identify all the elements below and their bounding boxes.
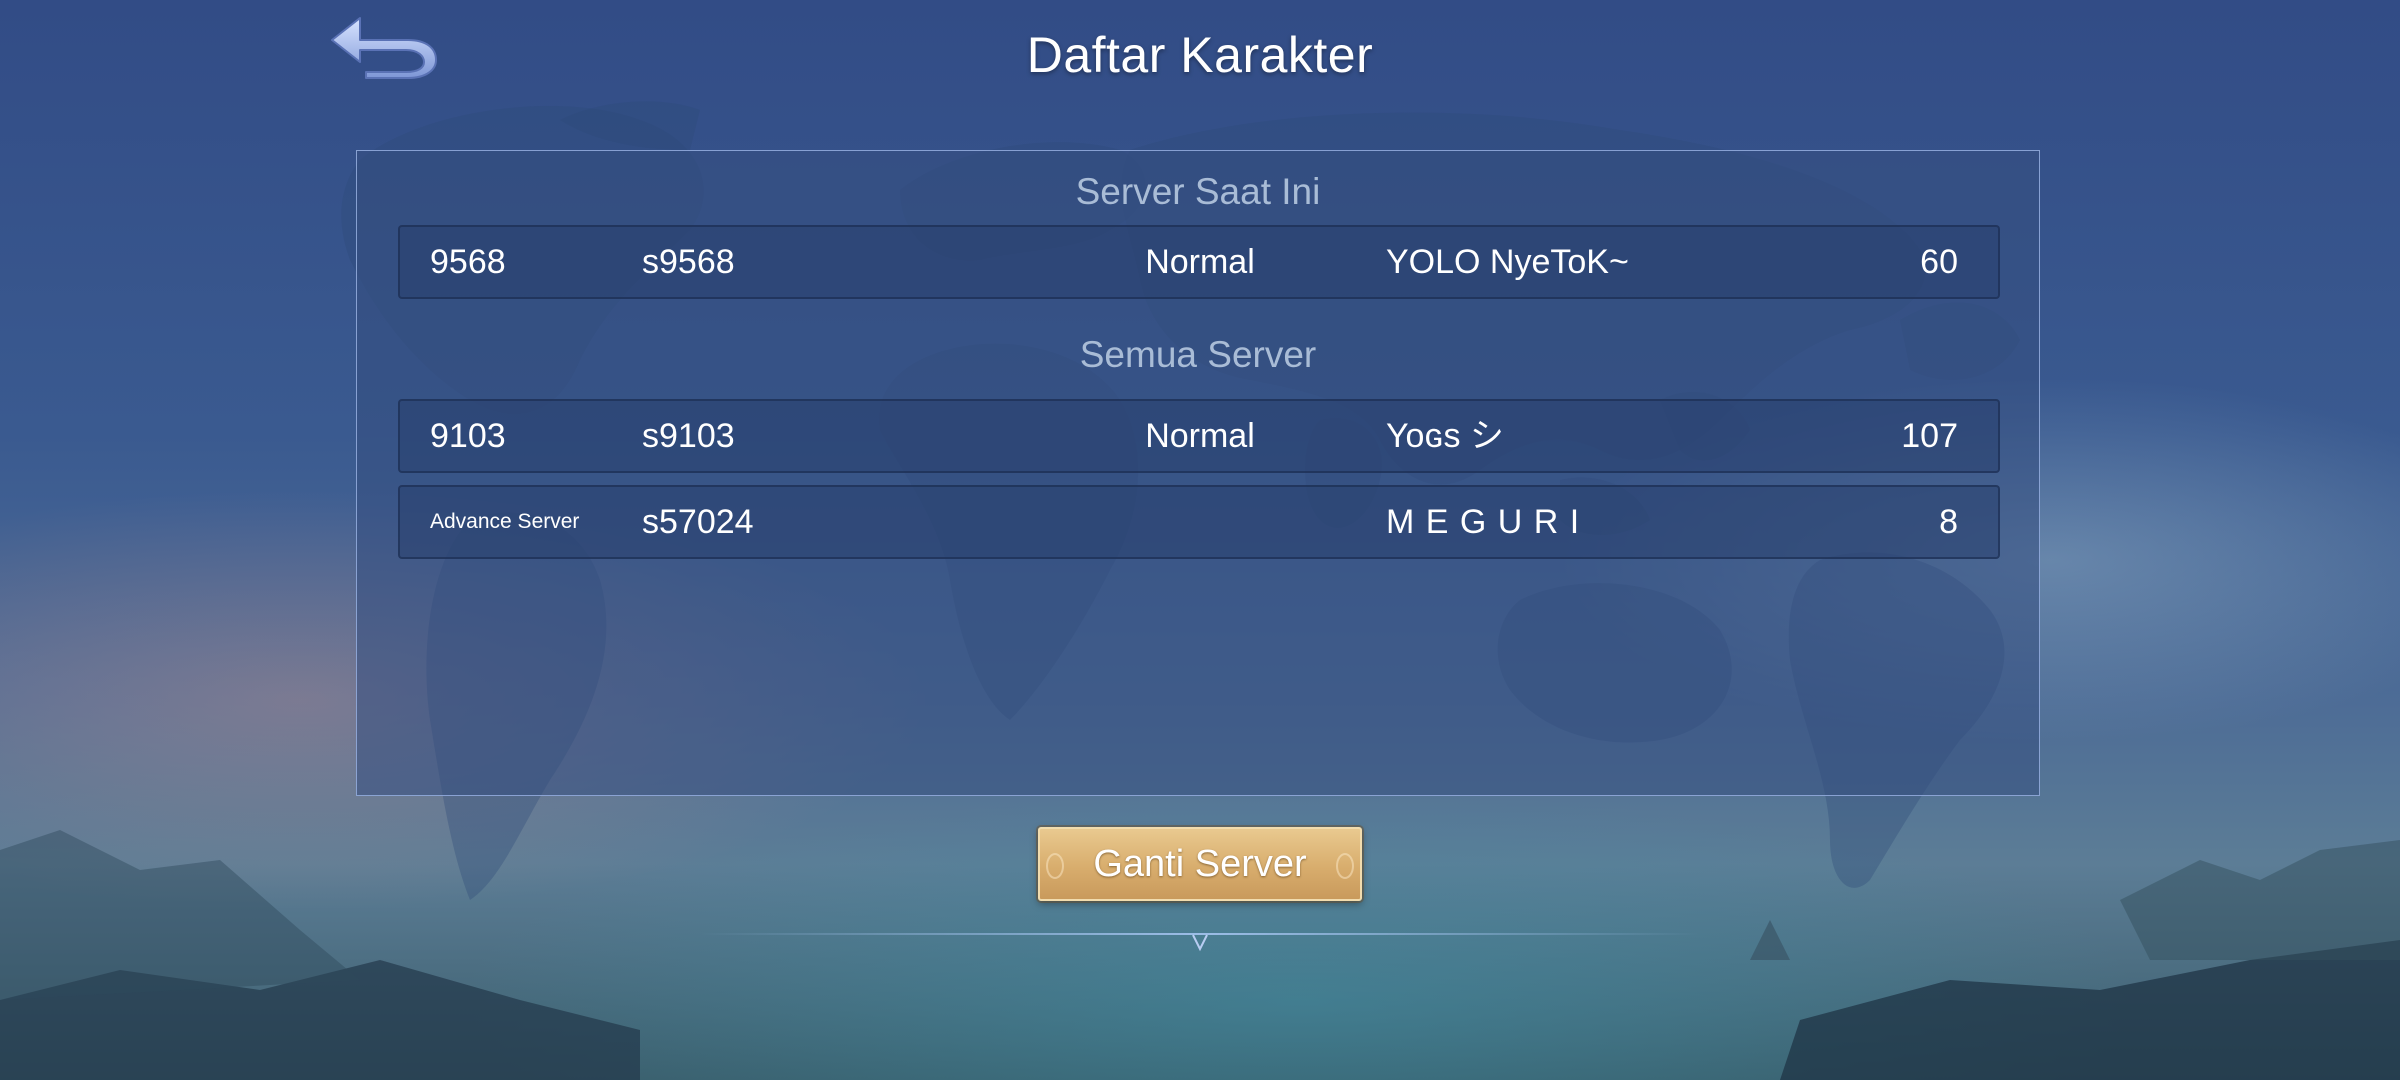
character-level: 107 — [1901, 417, 1958, 455]
chevron-down-icon — [1192, 934, 1208, 952]
character-name: M E G U R I — [1386, 503, 1581, 541]
server-id: Advance Server — [430, 510, 580, 533]
server-status: Normal — [1145, 417, 1255, 455]
page-title: Daftar Karakter — [1026, 27, 1374, 83]
all-servers-title: Semua Server — [1079, 334, 1317, 375]
character-row[interactable]: 9103 s9103 Normal Yoɢs シ 107 — [398, 399, 2000, 473]
server-code: s9568 — [642, 243, 735, 281]
server-id: 9103 — [430, 417, 506, 455]
character-row[interactable]: Advance Server s57024 M E G U R I 8 — [398, 485, 2000, 559]
character-name: Yoɢs シ — [1386, 417, 1504, 455]
current-server-title: Server Saat Ini — [1075, 171, 1321, 212]
server-status: Normal — [1145, 243, 1255, 281]
character-level: 60 — [1920, 243, 1958, 281]
ornament-icon — [1336, 853, 1354, 879]
server-id: 9568 — [430, 243, 506, 281]
character-list-panel: Server Saat Ini 9568 s9568 Normal YOLO N… — [356, 150, 2040, 796]
ornament-icon — [1046, 853, 1064, 879]
switch-server-button[interactable]: Ganti Server — [1038, 827, 1362, 901]
character-level: 8 — [1939, 503, 1958, 541]
server-code: s57024 — [642, 503, 754, 541]
switch-server-label: Ganti Server — [1093, 843, 1307, 885]
character-name: YOLO NyeToK~ — [1386, 243, 1629, 281]
server-code: s9103 — [642, 417, 735, 455]
character-row-current[interactable]: 9568 s9568 Normal YOLO NyeToK~ 60 — [398, 225, 2000, 299]
